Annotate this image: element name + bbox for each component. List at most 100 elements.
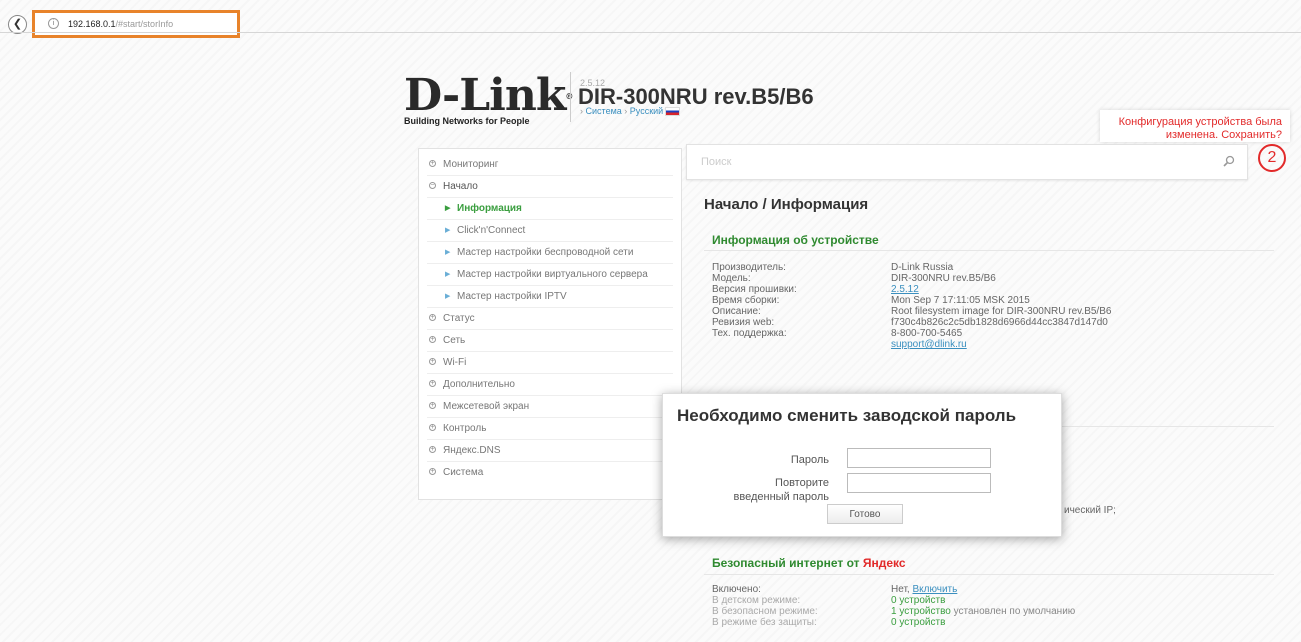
sidebar-item-monitoring[interactable]: + Мониторинг	[427, 154, 673, 176]
yandex-title-prefix: Безопасный интернет от	[712, 556, 863, 570]
triangle-right-icon: ▶	[445, 271, 451, 278]
triangle-right-icon: ▶	[445, 205, 451, 212]
sidebar-item-advanced[interactable]: + Дополнительно	[427, 374, 673, 396]
device-count: 1 устройство	[891, 606, 951, 617]
sidebar-item-label: Wi-Fi	[443, 357, 467, 368]
info-label: Ревизия web:	[712, 317, 775, 328]
info-label: Описание:	[712, 306, 761, 317]
support-phone-value: 8-800-700-5465	[891, 328, 963, 339]
sidebar-item-wireless-wizard[interactable]: ▶ Мастер настройки беспроводной сети	[427, 242, 673, 264]
sidebar-item-start[interactable]: − Начало	[427, 176, 673, 198]
sidebar-item-wifi[interactable]: + Wi-Fi	[427, 352, 673, 374]
sidebar-item-status[interactable]: + Статус	[427, 308, 673, 330]
child-mode-value: 0 устройств	[891, 595, 1075, 606]
sidebar-item-label: Система	[443, 467, 484, 478]
device-info-values: D-Link Russia DIR-300NRU rev.B5/B6 2.5.1…	[891, 262, 1111, 350]
enabled-value: Нет, Включить	[891, 584, 1075, 595]
dialog-title: Необходимо сменить заводской пароль	[677, 406, 1017, 425]
language-link[interactable]: Русский	[630, 106, 663, 116]
info-label: Время сборки:	[712, 295, 780, 306]
dlink-logo[interactable]: D-Link® Building Networks for People	[404, 74, 573, 127]
address-bar[interactable]: i 192.168.0.1/#start/storInfo	[32, 10, 240, 38]
save-config-notification[interactable]: Конфигурация устройства была изменена. С…	[1100, 110, 1290, 142]
plus-circle-icon: +	[429, 468, 436, 475]
logo-text: D-Link	[404, 70, 566, 121]
sidebar-item-label: Мониторинг	[443, 159, 499, 170]
header-links: › Система › Русский	[580, 106, 681, 117]
info-label: Производитель:	[712, 262, 786, 273]
plus-circle-icon: +	[429, 314, 436, 321]
safe-mode-value: 1 устройство установлен по умолчанию	[891, 606, 1075, 617]
model-value: DIR-300NRU rev.B5/B6	[891, 273, 996, 284]
russia-flag-icon[interactable]	[665, 107, 681, 117]
sidebar-item-information[interactable]: ▶ Информация	[427, 198, 673, 220]
url-host: 192.168.0.1	[68, 19, 116, 29]
safe-mode-label: В безопасном режиме:	[712, 606, 818, 617]
sidebar-item-iptv-wizard[interactable]: ▶ Мастер настройки IPTV	[427, 286, 673, 308]
password-label: Пароль	[790, 454, 829, 466]
search-input[interactable]	[687, 145, 1207, 179]
search-bar	[686, 144, 1248, 180]
sidebar-item-virtual-server-wizard[interactable]: ▶ Мастер настройки виртуального сервера	[427, 264, 673, 286]
sidebar-item-label: Click'n'Connect	[457, 225, 526, 236]
sidebar-item-label: Статус	[443, 313, 475, 324]
done-button[interactable]: Готово	[827, 504, 903, 524]
sidebar-item-label: Начало	[443, 181, 478, 192]
triangle-right-icon: ▶	[445, 249, 451, 256]
no-protection-label: В режиме без защиты:	[712, 617, 817, 628]
device-count: 0 устройств	[891, 617, 946, 628]
sidebar-item-system[interactable]: + Система	[427, 462, 673, 483]
description-value: Root filesystem image for DIR-300NRU rev…	[891, 306, 1112, 317]
web-revision-value: f730c4b826c2c5db1828d6966d44cc3847d147d0	[891, 317, 1108, 328]
plus-circle-icon: +	[429, 160, 436, 167]
url-path: /#start/storInfo	[115, 19, 174, 29]
sidebar-item-network[interactable]: + Сеть	[427, 330, 673, 352]
minus-circle-icon: −	[429, 182, 436, 189]
build-time-value: Mon Sep 7 17:11:05 MSK 2015	[891, 295, 1030, 306]
search-icon[interactable]	[1223, 155, 1235, 167]
yandex-labels: Включено: В детском режиме: В безопасном…	[712, 584, 818, 628]
url-text[interactable]: 192.168.0.1/#start/storInfo	[68, 19, 173, 29]
plus-circle-icon: +	[429, 424, 436, 431]
firmware-version-link[interactable]: 2.5.12	[891, 284, 1111, 295]
enabled-status: Нет,	[891, 584, 910, 595]
no-protection-value: 0 устройств	[891, 617, 1075, 628]
password-field[interactable]	[847, 448, 991, 468]
sidebar-item-clicknconnect[interactable]: ▶ Click'n'Connect	[427, 220, 673, 242]
sidebar-item-yandex-dns[interactable]: + Яндекс.DNS	[427, 440, 673, 462]
notification-count-badge[interactable]: 2	[1258, 144, 1286, 172]
info-label: Версия прошивки:	[712, 284, 797, 295]
sidebar-item-label: Информация	[457, 203, 522, 214]
sidebar-menu: + Мониторинг − Начало ▶ Информация ▶ Click'n…	[418, 148, 682, 500]
chevron-right-icon: ›	[624, 106, 628, 116]
device-info-title: Информация об устройстве	[712, 233, 879, 247]
toolbar-divider	[0, 32, 1301, 33]
sidebar-item-label: Сеть	[443, 335, 466, 346]
repeat-label-line1: Повторите	[775, 477, 829, 489]
sidebar-item-label: Мастер настройки виртуального сервера	[457, 269, 648, 280]
support-email-link[interactable]: support@dlink.ru	[891, 339, 1111, 350]
section-divider	[704, 250, 1274, 251]
sidebar-item-control[interactable]: + Контроль	[427, 418, 673, 440]
chevron-right-icon: ›	[580, 106, 583, 116]
plus-circle-icon: +	[429, 402, 436, 409]
info-label: Тех. поддержка:	[712, 328, 787, 339]
repeat-password-label: Повторите введенный пароль	[734, 476, 829, 504]
sidebar-item-label: Мастер настройки беспроводной сети	[457, 247, 634, 258]
plus-circle-icon: +	[429, 380, 436, 387]
sidebar-item-label: Межсетевой экран	[443, 401, 530, 412]
sidebar-item-label: Контроль	[443, 423, 487, 434]
sidebar-item-firewall[interactable]: + Межсетевой экран	[427, 396, 673, 418]
enable-link[interactable]: Включить	[912, 584, 957, 595]
repeat-password-field[interactable]	[847, 473, 991, 493]
notification-text[interactable]: Конфигурация устройства была изменена. С…	[1119, 116, 1282, 141]
plus-circle-icon: +	[429, 336, 436, 343]
device-info-labels: Производитель: Модель: Версия прошивки: …	[712, 262, 797, 339]
sidebar-item-label: Яндекс.DNS	[443, 445, 501, 456]
registered-mark-icon: ®	[565, 91, 573, 101]
system-link[interactable]: Система	[586, 106, 622, 116]
info-icon[interactable]: i	[48, 18, 59, 29]
yandex-section-title: Безопасный интернет от Яндекс	[712, 556, 906, 570]
yandex-brand: Яндекс	[862, 556, 906, 570]
manufacturer-value: D-Link Russia	[891, 262, 954, 273]
